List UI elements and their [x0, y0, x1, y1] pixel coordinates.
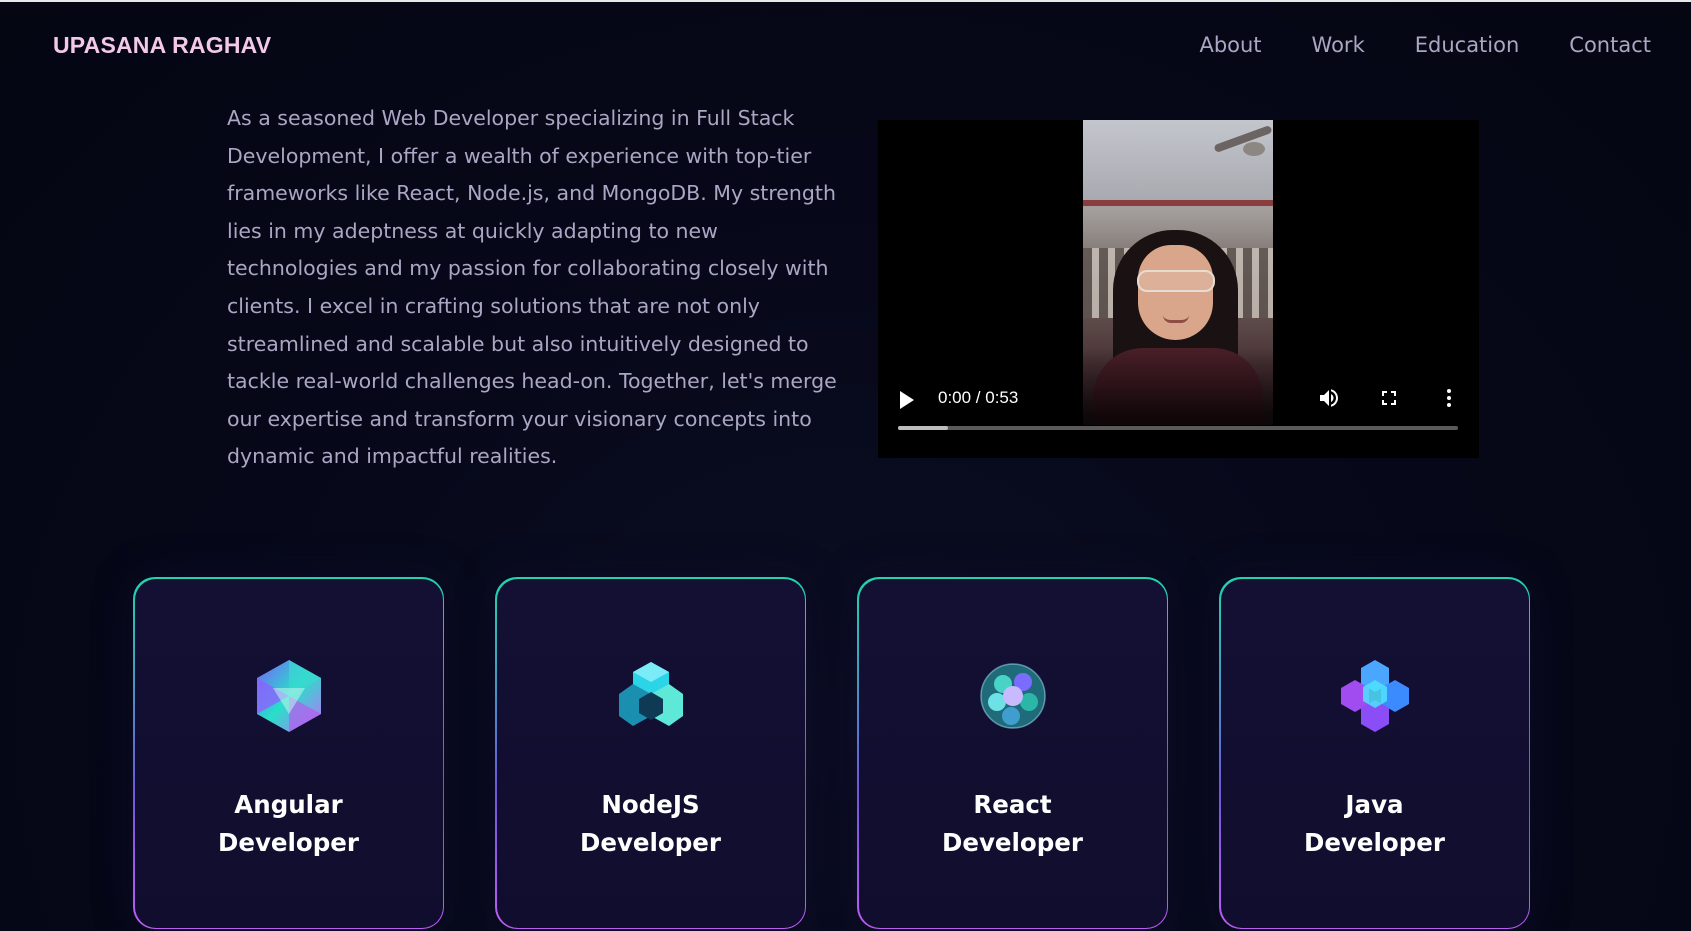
service-title: NodeJS Developer	[551, 786, 751, 862]
nav-link-contact[interactable]: Contact	[1569, 33, 1651, 57]
cube-cluster-icon	[618, 661, 683, 726]
video-person-face	[1138, 245, 1213, 340]
video-progress-bar[interactable]	[898, 426, 1458, 430]
card-inner: NodeJS Developer	[496, 578, 805, 928]
service-card-react: React Developer	[857, 577, 1168, 929]
service-card-java: Java Developer	[1219, 577, 1530, 929]
service-title-line1: React	[973, 789, 1052, 819]
video-time: 0:00 / 0:53	[938, 388, 1019, 407]
video-person-glasses	[1137, 270, 1215, 292]
nav-link-education[interactable]: Education	[1415, 33, 1520, 57]
service-title-line1: Java	[1345, 789, 1404, 819]
service-cards: Angular Developer NodeJS Developer React…	[133, 577, 1530, 929]
service-title-line2: Developer	[1303, 827, 1445, 857]
service-title: Angular Developer	[189, 786, 389, 862]
sphere-cluster-icon	[979, 662, 1046, 729]
nav-links: About Work Education Contact	[1199, 33, 1651, 57]
service-title: React Developer	[913, 786, 1113, 862]
service-title-line1: Angular	[234, 789, 343, 819]
video-ceiling	[1083, 120, 1273, 200]
card-inner: Angular Developer	[134, 578, 443, 928]
nav-link-about[interactable]: About	[1199, 33, 1261, 57]
brand-logo[interactable]: UPASANA RAGHAV	[53, 32, 271, 59]
nav-link-work[interactable]: Work	[1312, 33, 1365, 57]
navbar: UPASANA RAGHAV About Work Education Cont…	[0, 2, 1691, 88]
volume-icon[interactable]	[1317, 386, 1341, 410]
hexagon-cluster-icon	[1340, 659, 1409, 732]
video-curtain-rail	[1083, 200, 1273, 206]
service-title-line2: Developer	[941, 827, 1083, 857]
service-card-nodejs: NodeJS Developer	[495, 577, 806, 929]
service-title: Java Developer	[1275, 786, 1475, 862]
card-inner: Java Developer	[1220, 578, 1529, 928]
service-title-line2: Developer	[217, 827, 359, 857]
service-title-line1: NodeJS	[601, 789, 700, 819]
video-person-smile	[1163, 315, 1189, 323]
icosahedron-icon	[256, 659, 321, 732]
more-options-icon[interactable]	[1437, 386, 1461, 410]
intro-video-player[interactable]: 0:00 / 0:53	[878, 120, 1479, 458]
about-bio: As a seasoned Web Developer specializing…	[227, 106, 837, 469]
service-card-angular: Angular Developer	[133, 577, 444, 929]
video-fan-hub	[1243, 142, 1265, 156]
page: UPASANA RAGHAV About Work Education Cont…	[0, 0, 1691, 931]
video-progress-fill	[898, 426, 949, 430]
fullscreen-icon[interactable]	[1377, 386, 1401, 410]
play-icon[interactable]	[900, 391, 914, 409]
card-inner: React Developer	[858, 578, 1167, 928]
video-controls: 0:00 / 0:53	[878, 348, 1479, 458]
service-title-line2: Developer	[579, 827, 721, 857]
